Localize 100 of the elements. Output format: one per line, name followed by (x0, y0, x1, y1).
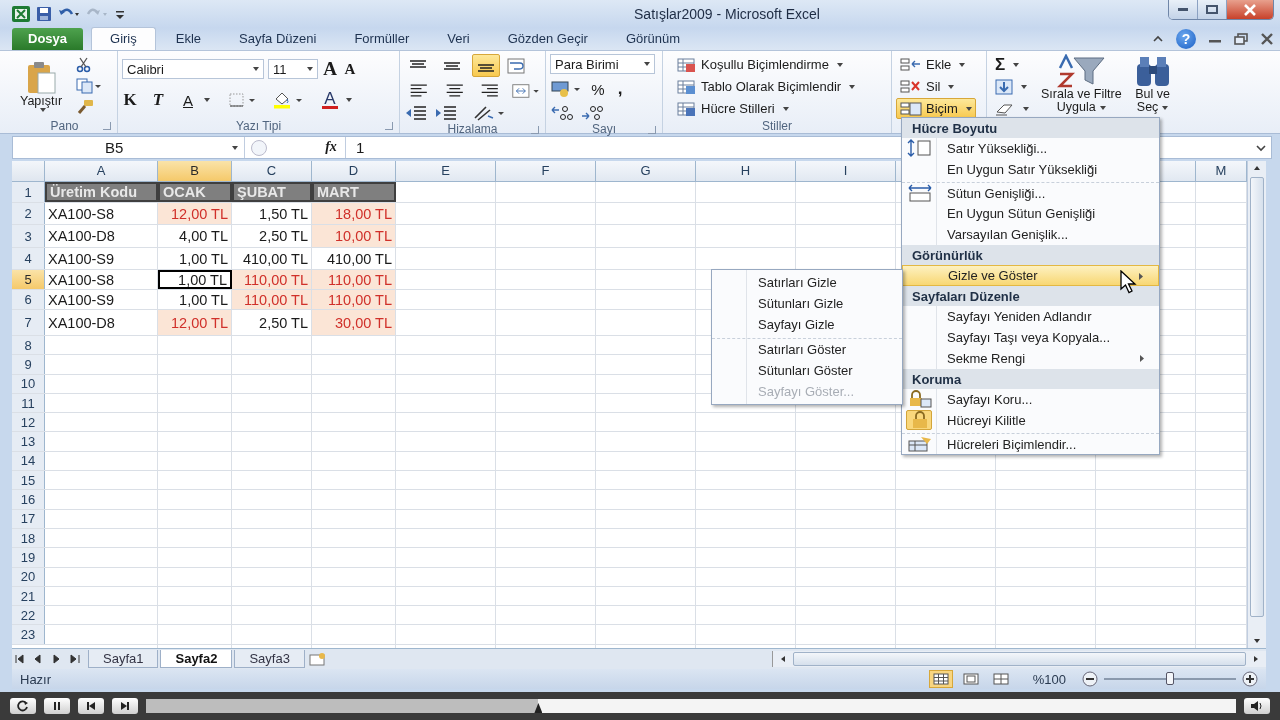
column-header[interactable]: H (696, 161, 796, 182)
sheet-tab[interactable]: Sayfa2 (160, 650, 233, 668)
menu-item[interactable]: Sütun Genişliği... (902, 182, 1159, 203)
scroll-thumb[interactable] (1250, 177, 1264, 617)
vertical-align-button[interactable] (472, 54, 500, 77)
column-header[interactable]: A (45, 161, 158, 182)
cells-menu-button[interactable]: Ekle (896, 54, 970, 75)
merge-cells-icon[interactable] (510, 81, 541, 100)
row-header[interactable]: 12 (12, 413, 45, 432)
row-header[interactable]: 3 (12, 225, 45, 247)
menu-item[interactable]: Gizle ve Göster (902, 265, 1159, 286)
zoom-level[interactable]: %100 (1032, 671, 1066, 687)
font-color-button[interactable]: A (322, 91, 338, 109)
table-cell[interactable]: 12,00 TL (158, 203, 232, 224)
format-painter-icon[interactable] (76, 99, 95, 115)
ribbon-tab[interactable]: Giriş (91, 27, 156, 50)
table-cell[interactable]: 30,00 TL (312, 310, 396, 335)
previous-button[interactable] (78, 698, 104, 714)
table-cell[interactable]: XA100-S8 (45, 270, 158, 289)
row-header[interactable]: 15 (12, 471, 45, 490)
table-cell[interactable]: 1,00 TL (158, 270, 232, 289)
zoom-out-icon[interactable] (1082, 671, 1098, 687)
replay-button[interactable] (10, 698, 36, 714)
column-header[interactable]: F (496, 161, 596, 182)
menu-item[interactable]: Sayfayı Yeniden Adlandır (902, 306, 1159, 327)
close-button[interactable] (1227, 0, 1273, 19)
collapse-ribbon-icon[interactable] (1152, 34, 1164, 44)
save-icon[interactable] (36, 6, 52, 22)
bold-button[interactable]: K (122, 90, 138, 110)
percent-button[interactable]: % (590, 80, 606, 98)
row-header[interactable]: 9 (12, 355, 45, 374)
underline-button[interactable]: A (180, 91, 196, 109)
menu-item[interactable]: Sayfayı Taşı veya Kopyala... (902, 327, 1159, 348)
menu-item[interactable]: En Uygun Sütun Genişliği (902, 203, 1159, 224)
ribbon-tab[interactable]: Gözden Geçir (489, 28, 606, 50)
menu-item[interactable]: Sütunları Gizle (712, 293, 902, 314)
pause-button[interactable] (44, 698, 70, 714)
ribbon-tab[interactable]: Görünüm (607, 28, 699, 50)
volume-button[interactable] (1244, 698, 1270, 714)
menu-item[interactable]: Hücreleri Biçimlendir... (902, 433, 1159, 454)
italic-button[interactable]: T (150, 90, 166, 110)
formula-field[interactable]: 1 (346, 139, 866, 156)
table-cell[interactable]: 1,00 TL (158, 248, 232, 269)
decrease-indent-icon[interactable] (404, 104, 428, 122)
wrap-text-icon[interactable] (506, 56, 528, 75)
ribbon-tab[interactable]: Veri (429, 28, 488, 50)
column-header[interactable]: B (158, 161, 232, 182)
row-header[interactable]: 8 (12, 336, 45, 355)
borders-icon[interactable] (228, 92, 258, 108)
row-header[interactable]: 13 (12, 432, 45, 451)
find-select-button[interactable]: Bul ve Seç (1129, 54, 1176, 114)
table-cell[interactable]: XA100-S9 (45, 290, 158, 309)
table-cell[interactable]: 110,00 TL (232, 290, 312, 309)
table-cell[interactable]: 4,00 TL (158, 225, 232, 247)
zoom-in-icon[interactable] (1242, 671, 1258, 687)
number-format-field[interactable]: Para Birimi (550, 54, 655, 74)
maximize-button[interactable] (1198, 0, 1227, 19)
menu-item[interactable]: Varsayılan Genişlik... (902, 224, 1159, 245)
sheet-tab[interactable]: Sayfa1 (88, 650, 159, 668)
menu-item[interactable]: Satır Yüksekliği... (902, 138, 1159, 159)
column-header[interactable]: M (1196, 161, 1247, 182)
increase-indent-icon[interactable] (434, 104, 458, 122)
decrease-decimal-icon[interactable] (580, 104, 604, 122)
autosum-button[interactable]: Σ (991, 54, 1024, 75)
next-button[interactable] (112, 698, 138, 714)
column-header[interactable]: G (596, 161, 696, 182)
menu-item[interactable]: Hücreyi Kilitle (902, 410, 1159, 431)
table-cell[interactable]: 110,00 TL (312, 290, 396, 309)
menu-item[interactable]: Sayfayı Gizle (712, 314, 902, 335)
scroll-thumb[interactable] (793, 652, 1246, 666)
column-header[interactable]: I (796, 161, 896, 182)
cells-menu-button[interactable]: Sil (896, 76, 959, 97)
table-cell[interactable]: 110,00 TL (312, 270, 396, 289)
column-header[interactable]: C (232, 161, 312, 182)
horizontal-scrollbar[interactable] (772, 651, 1266, 667)
table-cell[interactable]: XA100-S9 (45, 248, 158, 269)
paste-button[interactable]: Yapıştır (16, 60, 67, 112)
row-header[interactable]: 19 (12, 548, 45, 567)
row-header[interactable]: 1 (12, 182, 45, 202)
menu-item[interactable]: Satırları Göster (712, 338, 902, 360)
table-cell[interactable]: 410,00 TL (312, 248, 396, 269)
ribbon-tab[interactable]: Dosya (12, 28, 84, 50)
scissors-icon[interactable] (76, 57, 93, 73)
playhead[interactable] (534, 703, 543, 713)
sort-filter-button[interactable]: Sırala ve Filtre Uygula (1039, 54, 1124, 114)
table-cell[interactable]: 110,00 TL (232, 270, 312, 289)
cells-menu-button[interactable]: Biçim (896, 98, 976, 119)
close-icon[interactable] (1260, 33, 1274, 45)
comma-style-button[interactable]: , (612, 79, 628, 99)
row-header[interactable]: 6 (12, 290, 45, 309)
row-header[interactable]: 16 (12, 490, 45, 509)
increase-decimal-icon[interactable] (550, 104, 574, 122)
copy-icon[interactable] (76, 78, 103, 94)
column-header[interactable]: E (396, 161, 496, 182)
ribbon-tab[interactable]: Ekle (157, 28, 220, 50)
table-cell[interactable]: 10,00 TL (312, 225, 396, 247)
name-box[interactable]: B5 (13, 137, 245, 158)
menu-item[interactable]: Sütunları Göster (712, 360, 902, 381)
styles-menu-button[interactable]: Hücre Stilleri (673, 98, 793, 119)
excel-logo-icon[interactable] (12, 6, 30, 22)
